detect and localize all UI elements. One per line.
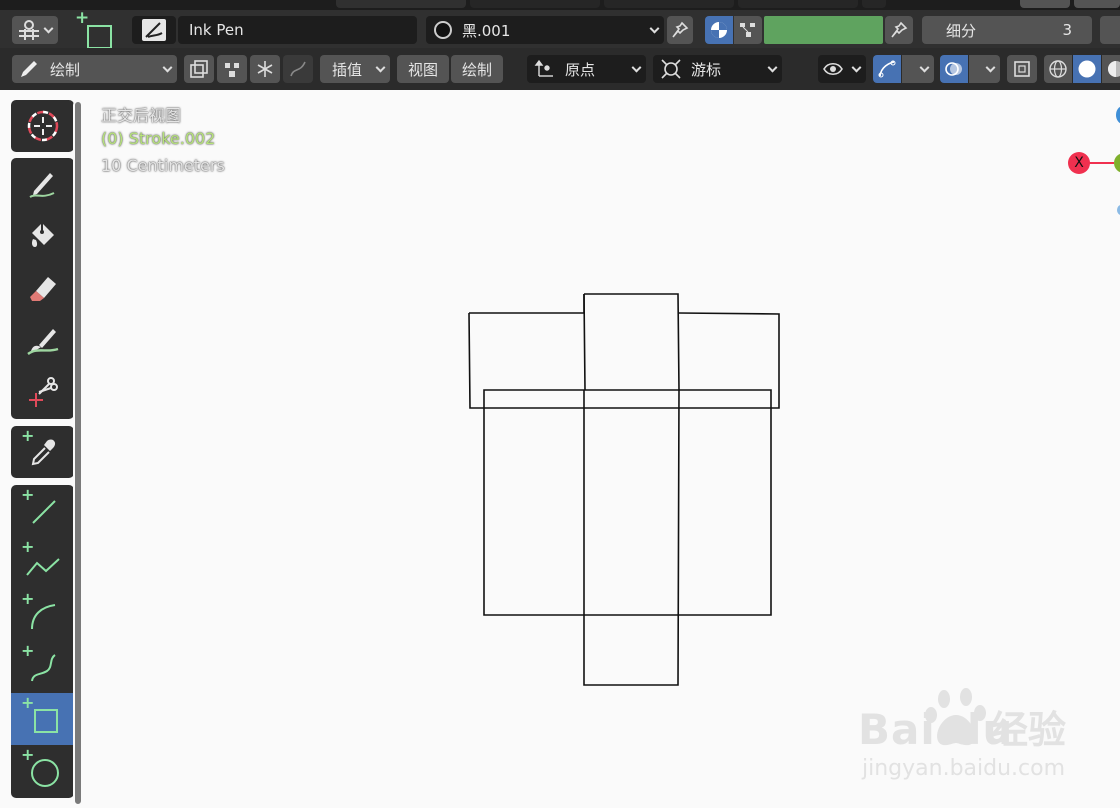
body-box-stroke bbox=[483, 389, 772, 616]
center-strip-stroke bbox=[583, 389, 680, 686]
watermark-url: jingyan.baidu.com bbox=[862, 756, 1066, 781]
blender-grease-pencil-window: + Ink Pen 黑.001 细分 3 绘制 插值 视图 绘制 原点 游标 +… bbox=[0, 0, 1120, 808]
top-tab-stroke bbox=[583, 293, 680, 391]
watermark-site-name: 经验 bbox=[990, 708, 1067, 752]
lid-inner-line-stroke bbox=[583, 294, 679, 409]
lid-box-stroke bbox=[468, 312, 780, 409]
